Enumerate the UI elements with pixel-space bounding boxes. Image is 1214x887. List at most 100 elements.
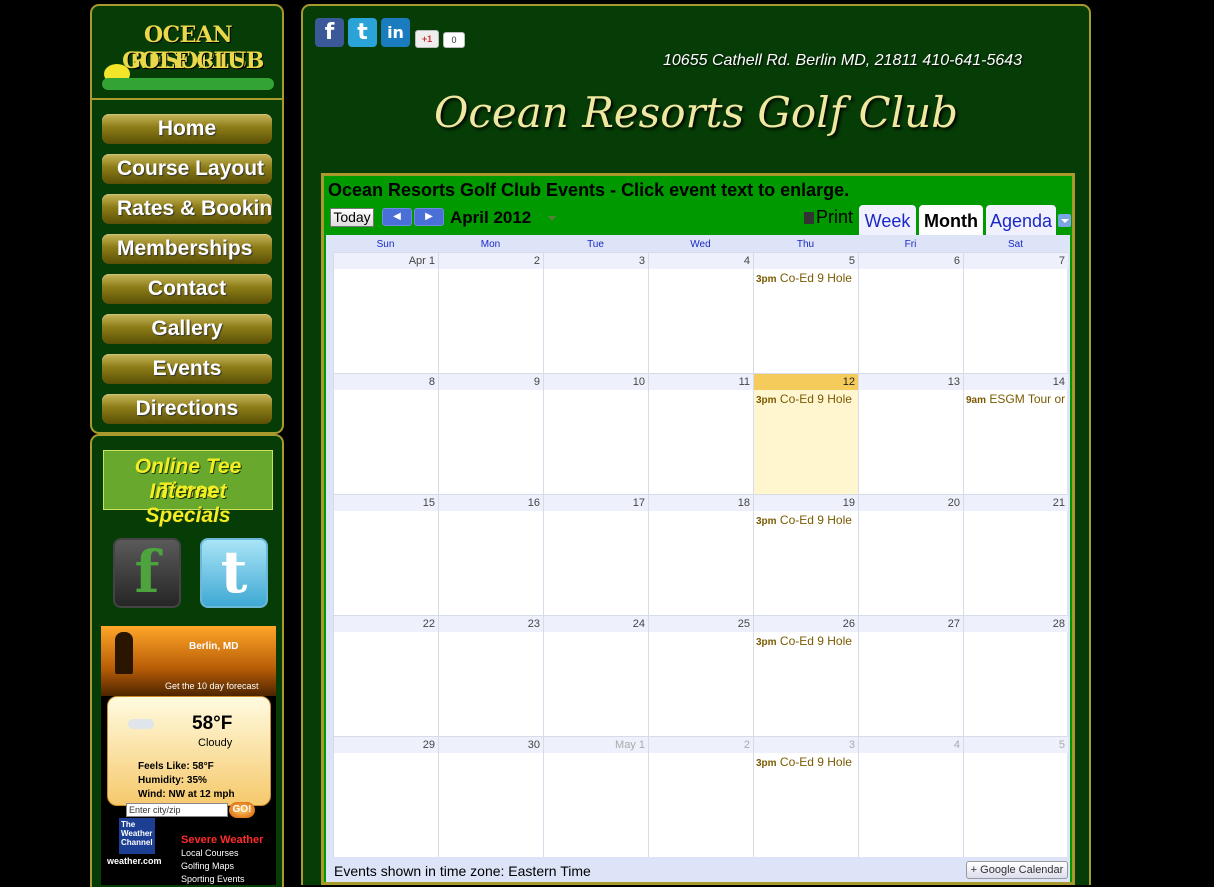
- weather-city: Berlin, MD: [189, 641, 239, 652]
- day-cell[interactable]: 18: [648, 495, 753, 615]
- day-cell[interactable]: 4: [648, 253, 753, 373]
- day-cell[interactable]: 22: [333, 616, 438, 736]
- weather-wind: Wind: NW at 12 mph: [138, 789, 235, 800]
- day-cell[interactable]: 3: [543, 253, 648, 373]
- day-cell[interactable]: 2: [438, 253, 543, 373]
- site-logo[interactable]: OCEAN RESORTS GOLF CLUB: [102, 20, 274, 90]
- day-cell[interactable]: 30: [438, 737, 543, 857]
- online-tee-times-banner[interactable]: Online Tee Times Internet Specials: [103, 450, 273, 527]
- event-title: Co-Ed 9 Hole: [779, 513, 852, 527]
- golfing-maps-link[interactable]: Golfing Maps: [181, 861, 234, 871]
- date-number: 14: [964, 374, 1068, 390]
- day-cell[interactable]: 26 3pm Co-Ed 9 Hole: [753, 616, 858, 736]
- cloud-icon: [128, 719, 154, 729]
- tab-week[interactable]: Week: [859, 205, 916, 235]
- current-month-label[interactable]: April 2012: [450, 208, 531, 228]
- day-cell[interactable]: 28: [963, 616, 1068, 736]
- promo-line2: Internet Specials: [145, 480, 231, 527]
- nav-gallery[interactable]: Gallery: [102, 314, 272, 344]
- date-number: 21: [964, 495, 1068, 511]
- day-cell[interactable]: 19 3pm Co-Ed 9 Hole: [753, 495, 858, 615]
- twitter-share-icon[interactable]: t: [348, 18, 377, 47]
- day-cell[interactable]: 5 3pm Co-Ed 9 Hole: [753, 253, 858, 373]
- event-title: Co-Ed 9 Hole: [779, 755, 852, 769]
- day-cell-today[interactable]: 12 3pm Co-Ed 9 Hole: [753, 374, 858, 494]
- nav-rates-booking[interactable]: Rates & Booking: [102, 194, 272, 224]
- day-cell[interactable]: 20: [858, 495, 963, 615]
- day-cell[interactable]: Apr 1: [333, 253, 438, 373]
- calendar-event[interactable]: 3pm Co-Ed 9 Hole: [756, 392, 856, 406]
- weather-go-button[interactable]: GO!: [229, 802, 255, 818]
- sidebar: OCEAN RESORTS GOLF CLUB Home Course Layo…: [90, 4, 284, 887]
- calendar-event[interactable]: 9am ESGM Tour or: [966, 392, 1066, 406]
- date-number: 30: [439, 737, 543, 753]
- severe-weather-link[interactable]: Severe Weather: [181, 834, 263, 846]
- nav-directions[interactable]: Directions: [102, 394, 272, 424]
- day-cell[interactable]: 2: [648, 737, 753, 857]
- tab-month[interactable]: Month: [919, 205, 983, 235]
- day-cell[interactable]: 5: [963, 737, 1068, 857]
- timezone-note: Events shown in time zone: Eastern Time: [334, 863, 591, 879]
- day-cell[interactable]: 4: [858, 737, 963, 857]
- calendar-event[interactable]: 3pm Co-Ed 9 Hole: [756, 755, 856, 769]
- google-plus-button[interactable]: +1: [415, 30, 439, 48]
- weather-banner: Berlin, MD Get the 10 day forecast: [101, 626, 276, 696]
- day-header: Tue: [587, 239, 604, 250]
- calendar-event[interactable]: 3pm Co-Ed 9 Hole: [756, 271, 856, 285]
- date-number: 5: [754, 253, 858, 269]
- weather-location-input[interactable]: Enter city/zip: [126, 803, 228, 817]
- sidebar-widgets: Online Tee Times Internet Specials f t B…: [90, 434, 284, 887]
- day-cell[interactable]: 21: [963, 495, 1068, 615]
- day-cell[interactable]: May 1: [543, 737, 648, 857]
- google-calendar-badge[interactable]: + Google Calendar: [966, 861, 1068, 879]
- month-dropdown-icon[interactable]: [548, 216, 556, 221]
- nav-home[interactable]: Home: [102, 114, 272, 144]
- day-cell[interactable]: 14 9am ESGM Tour or: [963, 374, 1068, 494]
- today-button[interactable]: Today: [330, 208, 374, 227]
- calendar-event[interactable]: 3pm Co-Ed 9 Hole: [756, 513, 856, 527]
- nav-events[interactable]: Events: [102, 354, 272, 384]
- day-cell[interactable]: 24: [543, 616, 648, 736]
- date-number: 24: [544, 616, 648, 632]
- weather-card: 58°F Cloudy Feels Like: 58°F Humidity: 3…: [107, 696, 271, 806]
- view-options-dropdown-icon[interactable]: [1058, 214, 1071, 227]
- day-cell[interactable]: 3 3pm Co-Ed 9 Hole: [753, 737, 858, 857]
- day-cell[interactable]: 27: [858, 616, 963, 736]
- date-number: 8: [334, 374, 438, 390]
- print-button[interactable]: Print: [804, 207, 853, 228]
- day-cell[interactable]: 15: [333, 495, 438, 615]
- golfer-silhouette-icon: [115, 632, 133, 674]
- day-header: Sun: [376, 239, 395, 250]
- day-cell[interactable]: 10: [543, 374, 648, 494]
- weather-com-link[interactable]: weather.com: [107, 856, 162, 866]
- day-cell[interactable]: 16: [438, 495, 543, 615]
- day-cell[interactable]: 11: [648, 374, 753, 494]
- event-time: 3pm: [756, 274, 777, 285]
- day-cell[interactable]: 9: [438, 374, 543, 494]
- nav-course-layout[interactable]: Course Layout: [102, 154, 272, 184]
- calendar-event[interactable]: 3pm Co-Ed 9 Hole: [756, 634, 856, 648]
- day-cell[interactable]: 7: [963, 253, 1068, 373]
- tab-agenda[interactable]: Agenda: [986, 205, 1056, 235]
- day-cell[interactable]: 25: [648, 616, 753, 736]
- twitter-icon[interactable]: t: [200, 538, 268, 608]
- facebook-share-icon[interactable]: f: [315, 18, 344, 47]
- weather-channel-logo[interactable]: The Weather Channel: [119, 818, 155, 854]
- nav-memberships[interactable]: Memberships: [102, 234, 272, 264]
- day-cell[interactable]: 23: [438, 616, 543, 736]
- facebook-icon[interactable]: f: [113, 538, 181, 608]
- day-cell[interactable]: 29: [333, 737, 438, 857]
- forecast-link[interactable]: Get the 10 day forecast: [165, 681, 259, 691]
- google-calendar-label: Google Calendar: [980, 864, 1064, 876]
- weather-widget: Berlin, MD Get the 10 day forecast 58°F …: [101, 626, 276, 885]
- local-courses-link[interactable]: Local Courses: [181, 848, 239, 858]
- day-cell[interactable]: 6: [858, 253, 963, 373]
- day-cell[interactable]: 17: [543, 495, 648, 615]
- day-cell[interactable]: 13: [858, 374, 963, 494]
- date-number: 10: [544, 374, 648, 390]
- prev-month-button[interactable]: ◀: [382, 208, 412, 226]
- linkedin-share-icon[interactable]: in: [381, 18, 410, 47]
- day-cell[interactable]: 8: [333, 374, 438, 494]
- nav-contact[interactable]: Contact: [102, 274, 272, 304]
- next-month-button[interactable]: ▶: [414, 208, 444, 226]
